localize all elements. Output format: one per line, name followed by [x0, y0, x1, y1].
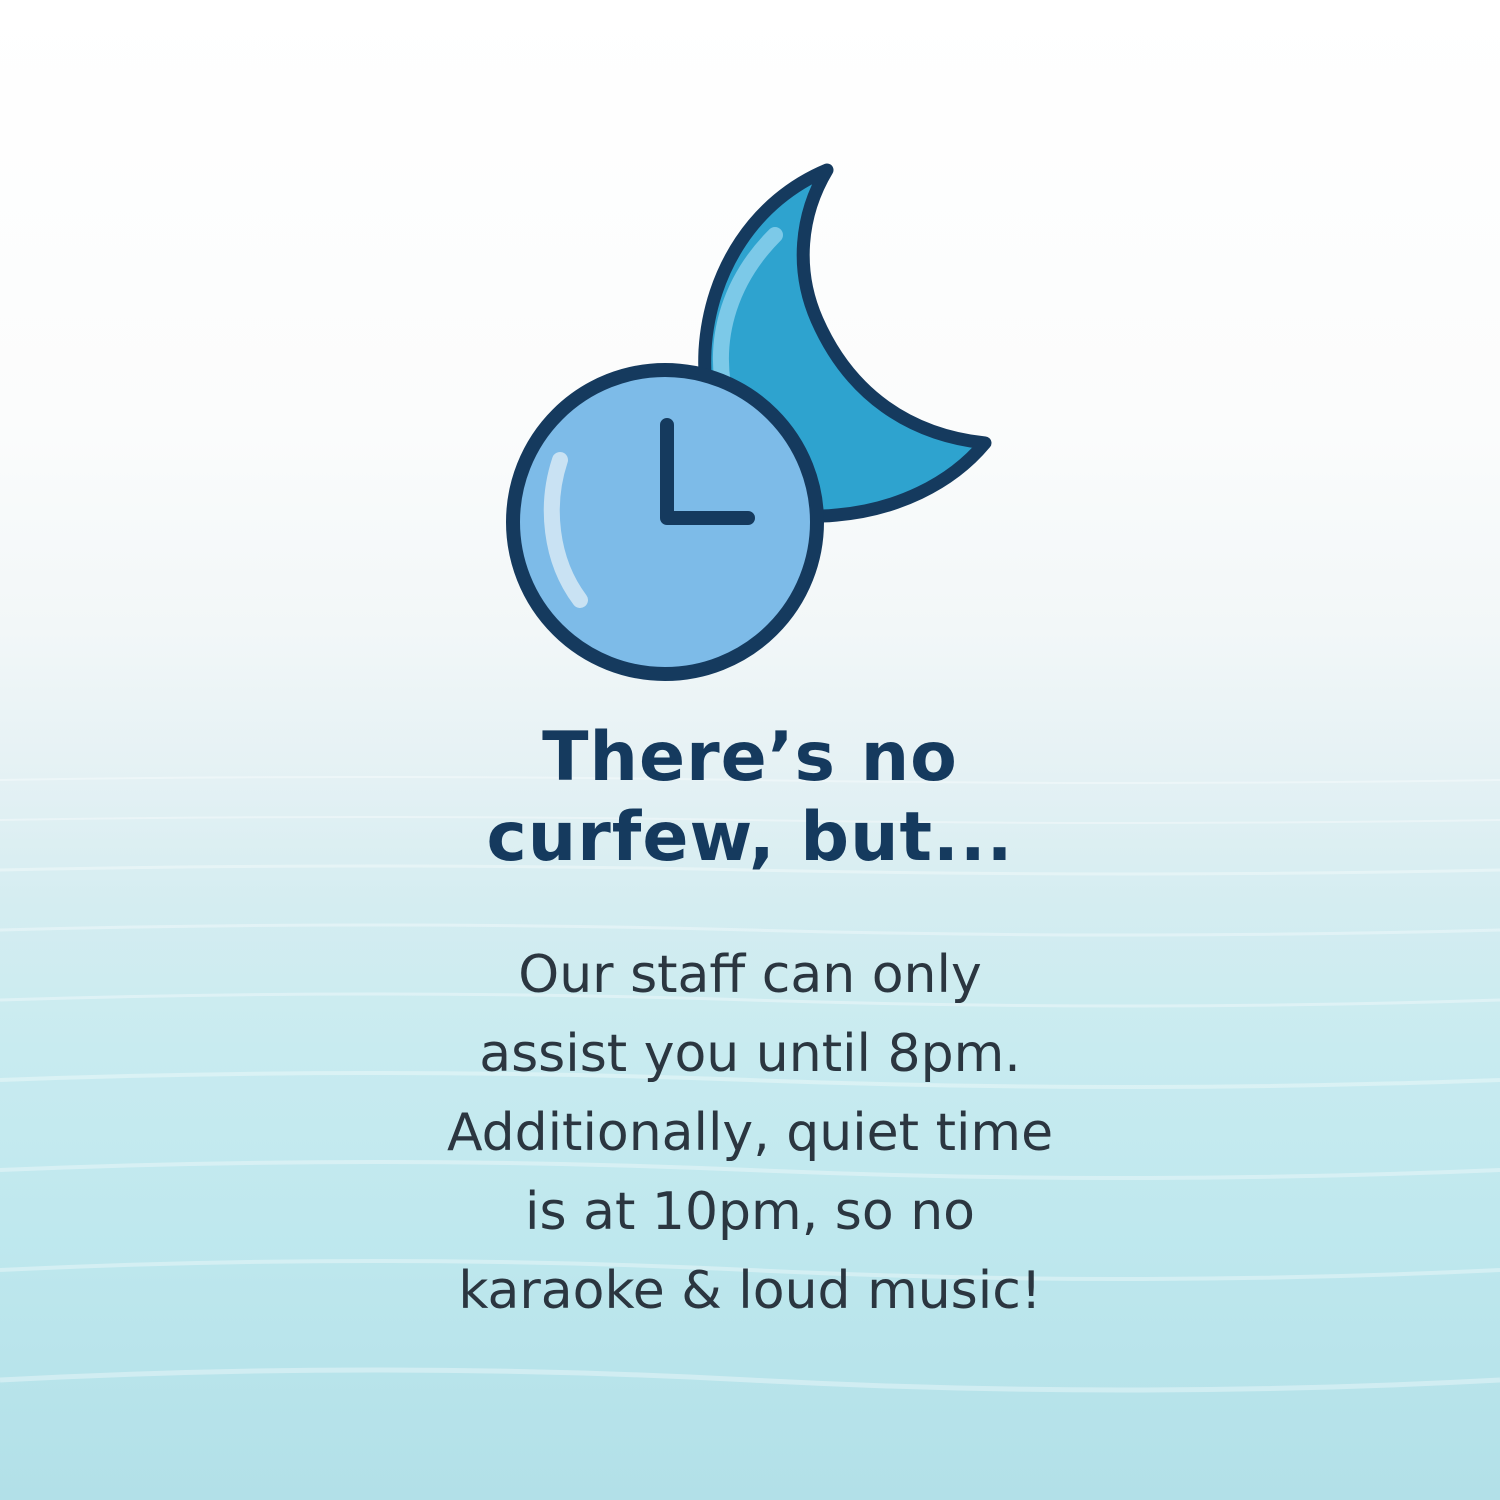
body-line-2: assist you until 8pm.	[479, 1024, 1021, 1084]
clock-icon	[506, 363, 824, 681]
clock-moon-icon	[506, 163, 992, 681]
body-line-1: Our staff can only	[518, 945, 982, 1005]
body-line-5: karaoke & loud music!	[458, 1261, 1042, 1321]
body-text: Our staff can only assist you until 8pm.…	[300, 936, 1200, 1331]
headline-line-2: curfew, but...	[486, 798, 1014, 877]
body-line-3: Additionally, quiet time	[446, 1103, 1054, 1163]
body-line-4: is at 10pm, so no	[525, 1182, 975, 1242]
headline: There’s no curfew, but...	[300, 718, 1200, 878]
headline-line-1: There’s no	[542, 718, 958, 797]
